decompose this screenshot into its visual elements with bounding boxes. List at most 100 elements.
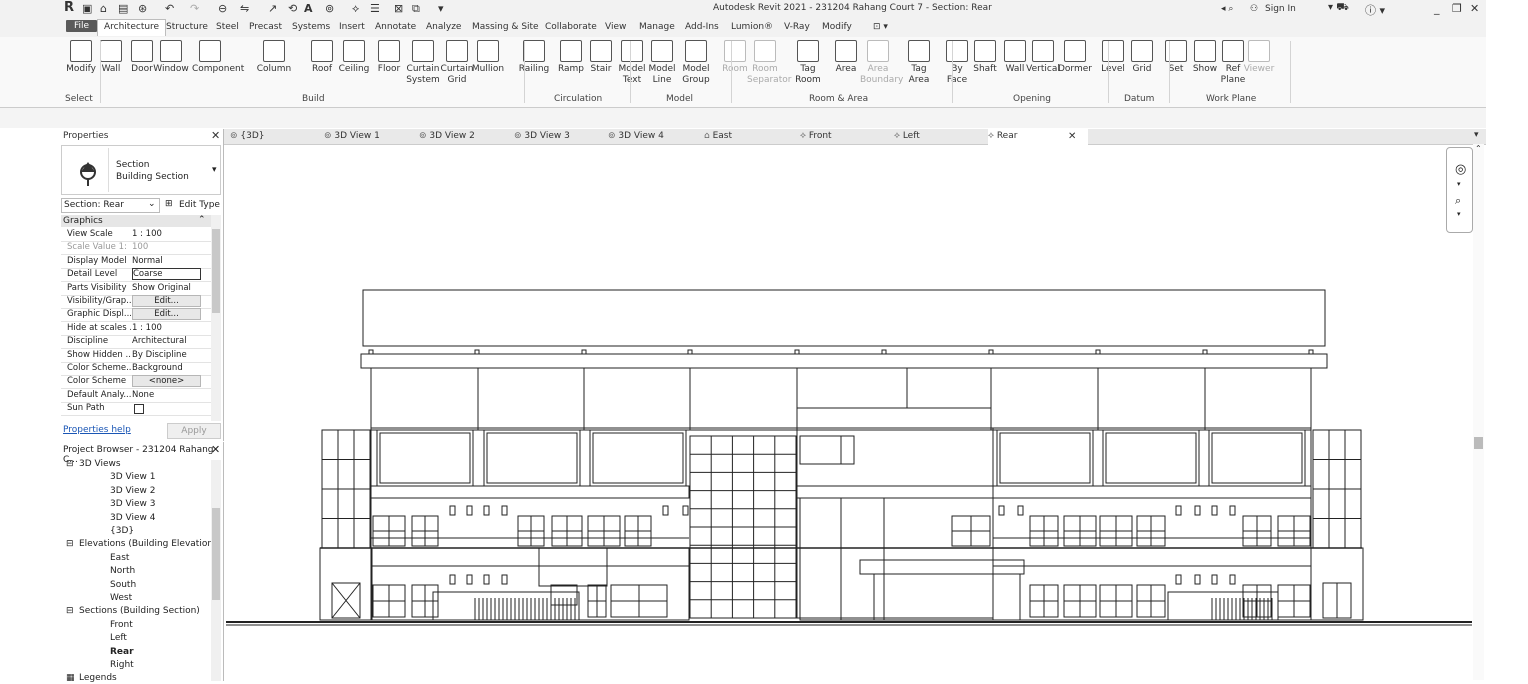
tab-insert[interactable]: Insert xyxy=(339,22,365,32)
property-value[interactable]: Show Original xyxy=(132,283,199,293)
save-icon[interactable]: ▤ xyxy=(118,2,128,15)
home-icon[interactable]: ▣ xyxy=(82,2,92,15)
browser-view-item[interactable]: Front xyxy=(110,620,133,630)
tab-steel[interactable]: Steel xyxy=(216,22,239,32)
section-icon[interactable]: ⟡ xyxy=(352,2,359,16)
ribbon-tool-railing[interactable]: Railing xyxy=(516,37,552,75)
text-icon[interactable]: A xyxy=(304,2,313,15)
tab-annotate[interactable]: Annotate xyxy=(375,22,416,32)
switch-windows-icon[interactable]: ⧉ xyxy=(412,2,420,16)
ribbon-tool-area-boundary[interactable]: Area Boundary xyxy=(860,37,903,86)
panel-label[interactable]: Model xyxy=(666,94,693,104)
ribbon-tool-ceiling[interactable]: Ceiling xyxy=(336,37,372,75)
ribbon-tool-dormer[interactable]: Dormer xyxy=(1057,37,1093,75)
tab-architecture[interactable]: Architecture xyxy=(97,19,167,36)
tab-menu-icon[interactable]: ▾ xyxy=(1474,130,1479,140)
measure-icon[interactable]: ⇋ xyxy=(240,2,249,15)
scroll-thumb[interactable] xyxy=(212,229,220,313)
3d-view-icon[interactable]: ⊚ xyxy=(325,2,334,15)
browser-view-item[interactable]: East xyxy=(110,553,129,563)
sync-icon[interactable]: ⊛ xyxy=(138,2,147,15)
help-icon[interactable]: ⓘ ▾ xyxy=(1365,2,1385,18)
graphics-group-header[interactable]: Graphics ⌃ xyxy=(61,215,211,227)
view-tab[interactable]: ⊚ {3D} xyxy=(230,131,265,141)
tab-massing-site[interactable]: Massing & Site xyxy=(472,22,539,32)
instance-selector[interactable]: Section: Rear ⌄ xyxy=(61,198,160,213)
panel-label[interactable]: Build xyxy=(302,94,325,104)
customize-qat-icon[interactable]: ▾ xyxy=(438,2,444,15)
collapse-icon[interactable]: ⊟ xyxy=(66,539,74,549)
chevron-down-icon[interactable]: ⌄ xyxy=(148,199,156,209)
browser-view-item[interactable]: {3D} xyxy=(110,526,134,536)
browser-scrollbar[interactable] xyxy=(211,460,221,681)
tab-lumion[interactable]: Lumion® xyxy=(731,22,773,32)
view-tab[interactable]: ⟡ Front xyxy=(800,131,832,141)
ribbon-tool-roof[interactable]: Roof xyxy=(304,37,340,75)
property-value[interactable]: Background xyxy=(132,363,199,373)
panel-label[interactable]: Room & Area xyxy=(809,94,868,104)
browser-category[interactable]: Sections (Building Section) xyxy=(79,606,200,616)
ribbon-tool-window[interactable]: Window xyxy=(153,37,189,75)
zoom-icon[interactable]: ⌕ xyxy=(1455,194,1461,208)
ribbon-tool-viewer[interactable]: Viewer xyxy=(1241,37,1277,75)
browser-view-item[interactable]: 3D View 4 xyxy=(110,513,155,523)
ribbon-options-icon[interactable]: ⊡ ▾ xyxy=(873,22,888,32)
scroll-thumb[interactable] xyxy=(1474,437,1483,449)
undo-icon[interactable]: ↶ xyxy=(165,2,174,15)
browser-category[interactable]: Elevations (Building Elevation xyxy=(79,539,213,549)
panel-label[interactable]: Circulation xyxy=(554,94,602,104)
steering-wheel-icon[interactable]: ◎ xyxy=(1455,162,1466,177)
collapse-icon[interactable]: ⊟ xyxy=(66,606,74,616)
property-value[interactable]: <none> xyxy=(132,375,201,388)
tab-file[interactable]: File xyxy=(66,20,98,32)
browser-view-item[interactable]: Right xyxy=(110,660,134,670)
view-tab[interactable]: ⟡ Rear ✕ xyxy=(988,129,1088,146)
property-value[interactable]: 1 : 100 xyxy=(132,323,199,333)
browser-view-item[interactable]: 3D View 1 xyxy=(110,472,155,482)
edit-type-button[interactable]: Edit Type xyxy=(179,200,220,210)
property-value[interactable]: Edit... xyxy=(132,308,201,321)
collapse-icon[interactable]: ⌃ xyxy=(198,215,206,225)
ribbon-tool-column[interactable]: Column xyxy=(256,37,292,75)
ribbon-tool-tag-room[interactable]: Tag Room xyxy=(790,37,826,86)
property-value[interactable]: Normal xyxy=(132,256,199,266)
browser-view-item[interactable]: 3D View 2 xyxy=(110,486,155,496)
view-tab[interactable]: ⟡ Left xyxy=(894,131,920,141)
canvas-scrollbar[interactable]: ⌃ xyxy=(1473,144,1484,680)
ribbon-tool-curtain-system[interactable]: Curtain System xyxy=(405,37,441,86)
tab-add-ins[interactable]: Add-Ins xyxy=(685,22,719,32)
scroll-up-icon[interactable]: ⌃ xyxy=(1475,144,1482,153)
user-icon[interactable]: ⚇ xyxy=(1250,4,1258,14)
ribbon-tool-mullion[interactable]: Mullion xyxy=(470,37,506,75)
ribbon-tool-model-group[interactable]: Model Group xyxy=(678,37,714,86)
property-value[interactable]: None xyxy=(132,390,199,400)
tag-icon[interactable]: ⟲ xyxy=(288,2,297,15)
thin-lines-icon[interactable]: ☰ xyxy=(370,2,380,15)
tab-manage[interactable]: Manage xyxy=(639,22,675,32)
panel-label[interactable]: Datum xyxy=(1124,94,1154,104)
panel-label[interactable]: Work Plane xyxy=(1206,94,1256,104)
browser-category[interactable]: 3D Views xyxy=(79,459,121,469)
ribbon-tool-component[interactable]: Component xyxy=(192,37,244,75)
view-tab[interactable]: ⊚ 3D View 3 xyxy=(514,131,570,141)
close-icon[interactable]: ✕ xyxy=(211,443,220,456)
close-icon[interactable]: ✕ xyxy=(211,129,220,142)
ribbon-tool-vertical[interactable]: Vertical xyxy=(1025,37,1061,75)
property-value[interactable]: Architectural xyxy=(132,336,199,346)
edit-type-icon[interactable]: ⊞ xyxy=(165,199,173,209)
tab-view[interactable]: View xyxy=(605,22,626,32)
browser-view-item[interactable]: Left xyxy=(110,633,127,643)
drawing-canvas[interactable] xyxy=(224,145,1486,681)
ribbon-tool-model-line[interactable]: Model Line xyxy=(644,37,680,86)
property-value[interactable]: 1 : 100 xyxy=(132,229,199,239)
tab-vray[interactable]: V-Ray xyxy=(784,22,810,32)
close-icon[interactable]: ✕ xyxy=(1068,131,1076,142)
apply-button[interactable]: Apply xyxy=(167,423,221,439)
chevron-down-icon[interactable]: ▾ xyxy=(1457,180,1461,188)
tab-precast[interactable]: Precast xyxy=(249,22,282,32)
close-icon[interactable]: ✕ xyxy=(1470,2,1479,15)
legend-icon[interactable]: ▦ xyxy=(66,673,75,683)
panel-label[interactable]: Select xyxy=(65,94,93,104)
property-value[interactable]: Edit... xyxy=(132,295,201,307)
type-selector[interactable]: Section Building Section ▾ xyxy=(61,145,221,195)
